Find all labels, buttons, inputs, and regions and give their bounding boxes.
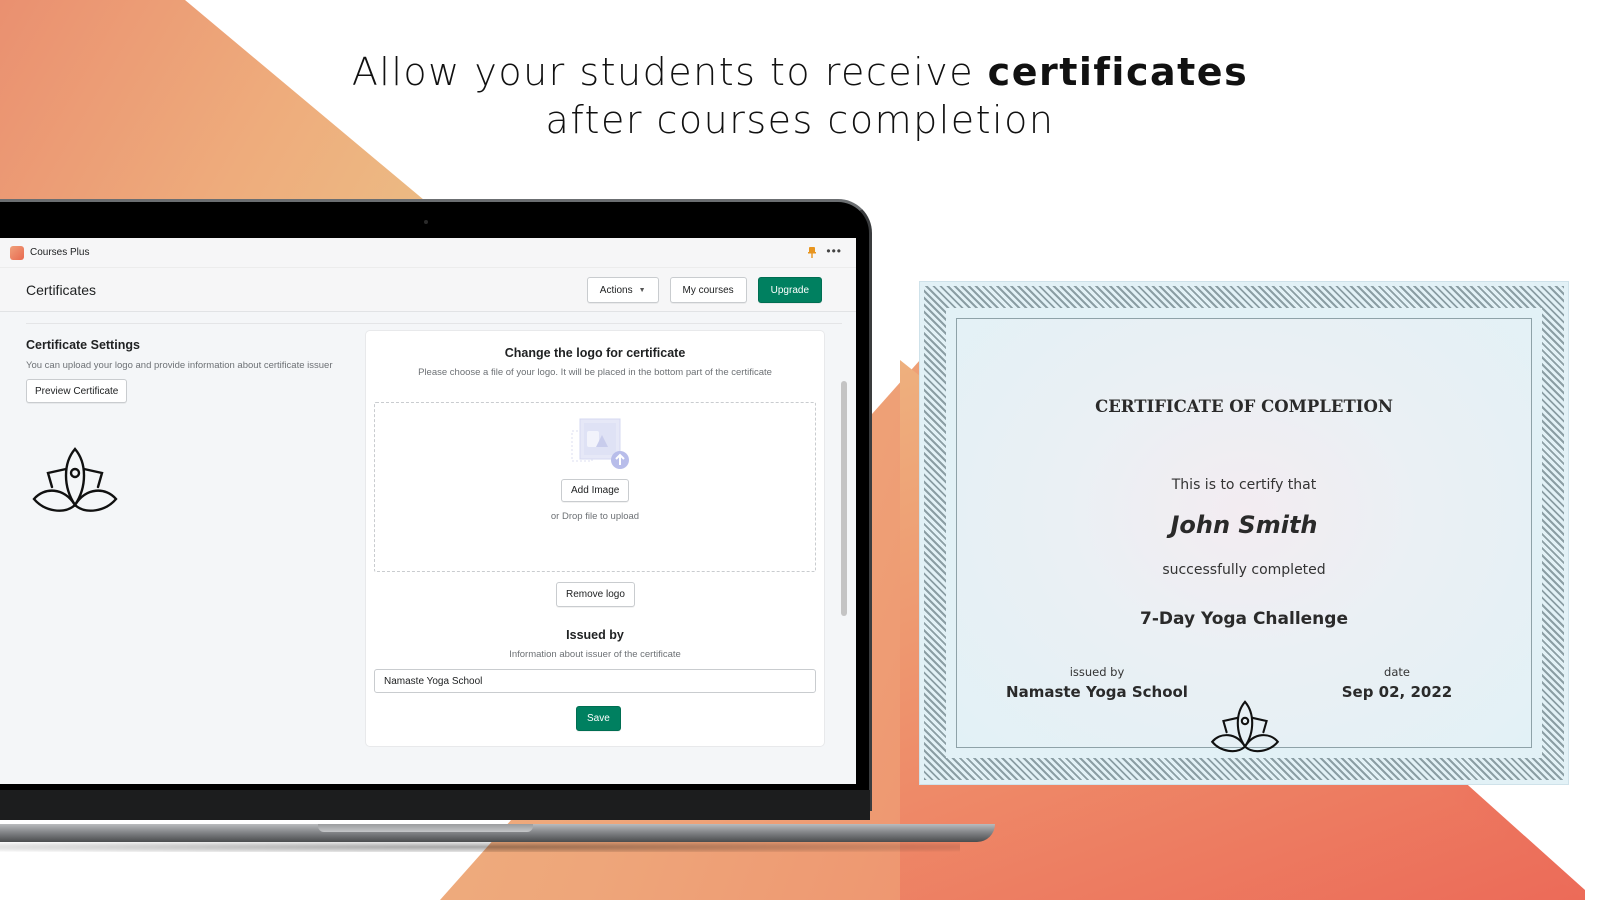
issuer-input[interactable] [374,669,816,693]
laptop-shadow [0,842,960,852]
certify-text: This is to certify that [1171,477,1317,493]
issued-by-value: Namaste Yoga School [1006,683,1188,701]
logo-settings-card: Change the logo for certificate Please c… [366,331,824,746]
lotus-logo-icon [1210,700,1280,753]
settings-title: Certificate Settings [26,338,140,352]
divider [26,323,842,324]
logo-dropzone[interactable]: Add Image or Drop file to upload [374,402,816,572]
issued-by-subtitle: Information about issuer of the certific… [509,649,681,660]
header-actions: Actions ▼ My courses Upgrade [586,277,822,303]
laptop-notch [318,824,533,832]
headline-line-2: after courses completion [545,98,1055,142]
actions-dropdown-button[interactable]: Actions ▼ [586,277,659,303]
app-logo-icon [10,245,24,260]
remove-logo-button[interactable]: Remove logo [556,582,635,607]
date-label: date [1384,665,1410,679]
drop-file-hint: or Drop file to upload [550,511,640,522]
my-courses-button[interactable]: My courses [669,277,747,303]
image-upload-icon [571,418,629,469]
issued-by-title: Issued by [566,628,624,642]
app-screen: Courses Plus ••• Certificates Actions ▼ … [0,238,856,784]
logo-card-subtitle: Please choose a file of your logo. It wi… [418,367,772,378]
app-name: Courses Plus [30,247,90,258]
completed-text: successfully completed [1162,562,1326,578]
pin-icon[interactable] [808,247,816,258]
headline-line-1: Allow your students to receive certifica… [351,50,1249,94]
logo-card-title: Change the logo for certificate [504,346,686,360]
certificate-inner-frame: CERTIFICATE OF COMPLETION This is to cer… [956,318,1532,753]
student-name: John Smith [1170,511,1318,539]
headline: Allow your students to receive certifica… [0,48,1600,144]
laptop-chin [0,790,870,820]
settings-description: You can upload your logo and provide inf… [26,360,333,371]
upgrade-button[interactable]: Upgrade [757,277,822,303]
certificate-settings-section: Certificate Settings You can upload your… [26,334,346,403]
course-name: 7-Day Yoga Challenge [1140,609,1348,629]
page-title: Certificates [26,281,97,298]
certificate-preview: CERTIFICATE OF COMPLETION This is to cer… [920,282,1568,784]
actions-label: Actions [599,284,633,296]
page-header: Certificates Actions ▼ My courses Upgrad… [0,268,856,312]
scrollbar-thumb[interactable] [841,381,847,616]
save-button[interactable]: Save [576,706,621,731]
add-image-button[interactable]: Add Image [561,479,630,502]
issued-by-label: issued by [1069,665,1125,679]
camera-dot [424,220,428,224]
caret-down-icon: ▼ [638,286,646,294]
date-value: Sep 02, 2022 [1341,683,1453,701]
preview-certificate-button[interactable]: Preview Certificate [26,379,128,403]
lotus-logo-icon [32,447,118,512]
certificate-title: CERTIFICATE OF COMPLETION [1095,397,1393,416]
more-horizontal-icon[interactable]: ••• [826,244,842,258]
headline-emphasis: certificates [987,50,1249,94]
app-title-bar: Courses Plus ••• [0,238,856,268]
